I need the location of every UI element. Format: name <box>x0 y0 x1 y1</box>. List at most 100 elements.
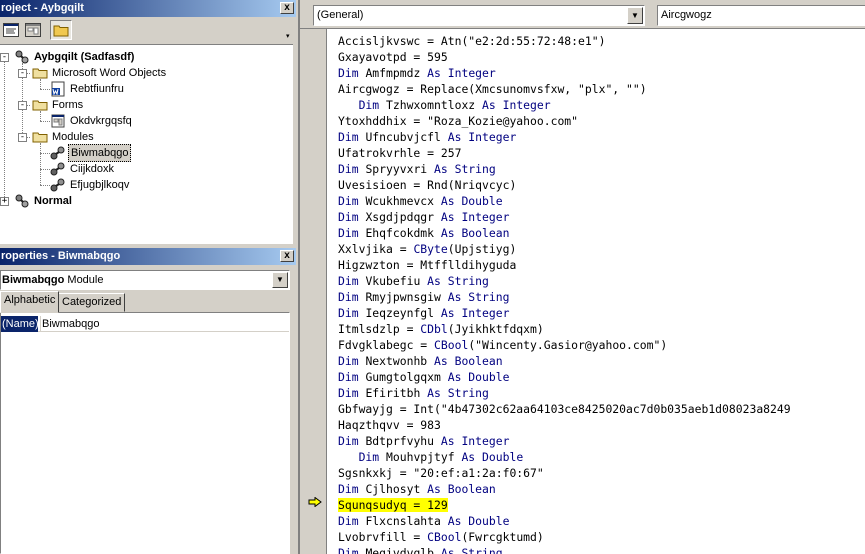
code-line[interactable]: Ufatrokvrhle = 257 <box>338 145 865 161</box>
code-token: Flxcnslahta <box>365 514 448 528</box>
project-pane-close-button[interactable]: x <box>280 2 294 14</box>
execution-arrow-icon <box>308 497 322 507</box>
tree-node-module-2[interactable]: Ciijkdoxk <box>50 161 116 177</box>
code-keyword: Dim <box>338 482 366 496</box>
properties-pane-titlebar[interactable]: roperties - Biwmabqgo x <box>0 248 296 265</box>
code-token: Gxayavotpd = 595 <box>338 50 448 64</box>
code-line[interactable]: Gxayavotpd = 595 <box>338 49 865 65</box>
tree-node-word-document[interactable]: Rebtfiunfru <box>50 81 126 97</box>
code-token: Efiritbh <box>365 386 428 400</box>
folder-icon <box>32 68 48 79</box>
code-line[interactable]: Dim Ieqzeynfgl As Integer <box>338 305 865 321</box>
code-line[interactable]: Dim Efiritbh As String <box>338 385 865 401</box>
tree-node-module-3[interactable]: Efjugbjlkoqv <box>50 177 131 193</box>
code-line[interactable]: Dim Tzhwxomntloxz As Integer <box>338 97 865 113</box>
view-code-button[interactable] <box>0 20 22 40</box>
code-line[interactable]: Gbfwayjg = Int("4b47302c62aa64103ce84250… <box>338 401 865 417</box>
tree-node-normal[interactable]: Normal <box>14 193 74 209</box>
code-line[interactable]: Aircgwogz = Replace(Xmcsunomvsfxw, "plx"… <box>338 81 865 97</box>
code-token: Ufatrokvrhle = 257 <box>338 146 462 160</box>
code-line[interactable]: Dim Spryyvxri As String <box>338 161 865 177</box>
procedure-combo[interactable]: Aircgwogz <box>657 5 865 26</box>
object-combo[interactable]: (General) ▼ <box>313 5 645 26</box>
code-keyword: Dim <box>338 290 366 304</box>
tree-node-project[interactable]: Aybgqilt (Sadfasdf) <box>14 49 136 65</box>
tree-label-modules: Modules <box>52 131 94 143</box>
module-icon <box>50 178 65 192</box>
view-object-icon <box>25 23 41 37</box>
code-line[interactable]: Accisljkvswc = Atn("e2:2d:55:72:48:e1") <box>338 33 865 49</box>
tree-label-forms: Forms <box>52 99 84 111</box>
code-line[interactable]: Dim Ehqfcokdmk As Boolean <box>338 225 865 241</box>
tree-node-forms[interactable]: Forms <box>32 97 85 113</box>
code-token: Mouhvpjtyf <box>386 450 462 464</box>
code-line[interactable]: Dim Wcukhmevcx As Double <box>338 193 865 209</box>
code-line[interactable]: Dim Nextwonhb As Boolean <box>338 353 865 369</box>
tab-alphabetic[interactable]: Alphabetic <box>0 291 60 313</box>
code-line[interactable]: Squnqsudyq = 129 <box>338 497 865 513</box>
tree-node-form[interactable]: Okdvkrgqsfq <box>50 113 134 129</box>
code-line[interactable]: Dim Rmyjpwnsgiw As String <box>338 289 865 305</box>
code-line[interactable]: Haqzthqvv = 983 <box>338 417 865 433</box>
code-token: Lvobrvfill = <box>338 530 428 544</box>
property-row[interactable]: (Name) Biwmabqgo <box>1 316 289 332</box>
code-keyword: As Integer <box>440 306 510 320</box>
view-object-button[interactable] <box>22 20 44 40</box>
code-line[interactable]: Ytoxhddhix = "Roza_Kozie@yahoo.com" <box>338 113 865 129</box>
tree-node-modules[interactable]: Modules <box>32 129 96 145</box>
code-keyword: As Double <box>447 514 510 528</box>
code-keyword: Dim <box>338 546 366 554</box>
code-text[interactable]: Accisljkvswc = Atn("e2:2d:55:72:48:e1") G… <box>338 33 865 554</box>
project-pane-titlebar[interactable]: roject - Aybgqilt x <box>0 0 296 17</box>
code-line[interactable]: Dim Xsgdjpdqgr As Integer <box>338 209 865 225</box>
modules-collapse-toggle[interactable]: - <box>18 133 27 142</box>
tree-label-project: Aybgqilt (Sadfasdf) <box>34 51 135 63</box>
code-keyword: As Integer <box>440 210 510 224</box>
object-select[interactable]: Biwmabqgo Module ▼ <box>0 270 290 290</box>
code-line[interactable]: Dim Cjlhosyt As Boolean <box>338 481 865 497</box>
tab-categorized[interactable]: Categorized <box>58 293 126 312</box>
code-line[interactable]: Dim Amfmpmdz As Integer <box>338 65 865 81</box>
code-line[interactable]: Fdvgklabegc = CBool("Wincenty.Gasior@yah… <box>338 337 865 353</box>
module-icon <box>50 162 65 176</box>
code-line[interactable]: Dim Mouhvpjtyf As Double <box>338 449 865 465</box>
toolbar-overflow-icon[interactable]: ▾ <box>286 33 294 41</box>
forms-collapse-toggle[interactable]: - <box>18 101 27 110</box>
indicator-margin[interactable] <box>300 29 327 554</box>
folder-icon <box>32 132 48 143</box>
code-line[interactable]: Higzwzton = Mtfflldihyguda <box>338 257 865 273</box>
root-collapse-toggle[interactable]: - <box>0 53 9 62</box>
code-keyword: Dim <box>338 130 366 144</box>
property-value[interactable]: Biwmabqgo <box>40 316 99 332</box>
code-line[interactable]: Lvobrvfill = CBool(Fwrcgktumd) <box>338 529 865 545</box>
code-keyword: CBool <box>427 530 462 544</box>
code-line[interactable]: Sgsnkxkj = "20:ef:a1:2a:f0:67" <box>338 465 865 481</box>
code-keyword: Dim <box>338 66 366 80</box>
code-line[interactable]: Xxlvjika = CByte(Upjstiyg) <box>338 241 865 257</box>
code-line[interactable]: Dim Gumgtolgqxm As Double <box>338 369 865 385</box>
word-objects-collapse-toggle[interactable]: - <box>18 69 27 78</box>
folder-icon <box>32 100 48 111</box>
code-line[interactable]: Dim Ufncubvjcfl As Integer <box>338 129 865 145</box>
properties-pane-close-button[interactable]: x <box>280 250 294 262</box>
code-token: Gbfwayjg = Int("4b47302c62aa64103ce84250… <box>338 402 791 416</box>
object-select-name: Biwmabqgo <box>2 274 65 286</box>
toggle-folders-button[interactable] <box>50 20 72 40</box>
chevron-down-icon[interactable]: ▼ <box>272 272 288 288</box>
tree-node-module-1[interactable]: Biwmabqgo <box>50 144 132 162</box>
code-editor[interactable]: Accisljkvswc = Atn("e2:2d:55:72:48:e1") G… <box>300 28 865 554</box>
code-line[interactable]: Dim Bdtprfvyhu As Integer <box>338 433 865 449</box>
code-token: (Fwrcgktumd) <box>461 530 544 544</box>
code-line[interactable]: Dim Megivdvglb As String <box>338 545 865 554</box>
code-keyword: As Boolean <box>434 354 503 368</box>
chevron-down-icon[interactable]: ▼ <box>627 7 643 24</box>
code-line[interactable]: Dim Vkubefiu As String <box>338 273 865 289</box>
code-line[interactable]: Uvesisioen = Rnd(Nriqvcyc) <box>338 177 865 193</box>
code-keyword: As Integer <box>427 66 496 80</box>
code-line[interactable]: Dim Flxcnslahta As Double <box>338 513 865 529</box>
code-line[interactable]: Itmlsdzlp = CDbl(Jyikhktfdqxm) <box>338 321 865 337</box>
normal-expand-toggle[interactable]: + <box>0 197 9 206</box>
tree-node-word-objects[interactable]: Microsoft Word Objects <box>32 65 168 81</box>
